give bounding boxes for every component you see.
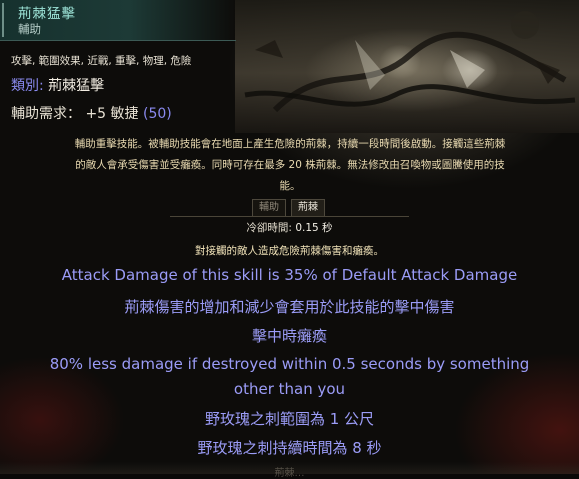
type-value: 荊棘猛擊 (48, 78, 105, 94)
stat-line: 野玫瑰之刺持續時間為 8 秒 (197, 439, 382, 457)
cooldown-label: 冷卻時間: (246, 222, 292, 234)
stat-line: 荊棘傷害的增加和減少會套用於此技能的擊中傷害 (124, 298, 455, 316)
tab-support[interactable]: 輔助 (252, 199, 286, 216)
bottom-cutoff-text: 荊棘… (274, 468, 305, 479)
skill-tags: 攻擊, 範圍效果, 近戰, 重擊, 物理, 危險 (11, 55, 192, 67)
tab-divider (170, 216, 409, 217)
description-line: 輔助重擊技能。被輔助技能會在地面上產生危險的荊棘，持續一段時間後啟動。接觸這些荊… (74, 138, 506, 150)
stat-line: 80% less damage if destroyed within 0.5 … (49, 355, 530, 373)
skill-subtitle: 輔助 (18, 22, 41, 36)
requirement-label: 輔助需求： (11, 106, 81, 122)
type-label: 類別: (11, 78, 44, 94)
cooldown-value: 0.15 秒 (295, 222, 333, 234)
header-corner-decoration (2, 3, 9, 37)
requirement-paren: (50) (143, 106, 172, 122)
tab-thorns[interactable]: 荊棘 (291, 199, 325, 216)
thorn-art-icon (244, 11, 576, 113)
stat-line: other than you (233, 380, 346, 398)
skill-title: 荊棘猛擊 (18, 6, 76, 22)
description-line: 的敵人會承受傷害並受癱瘓。同時可存在最多 20 株荊棘。無法修改由召喚物或圖騰使… (75, 159, 505, 171)
tooltip-header: 荊棘猛擊 輔助 (0, 0, 236, 41)
stat-line: Attack Damage of this skill is 35% of De… (61, 266, 518, 284)
stat-line: 擊中時癱瘓 (251, 327, 327, 345)
cooldown-line: 冷卻時間: 0.15 秒 (0, 220, 579, 235)
type-line: 類別: 荊棘猛擊 (11, 75, 104, 95)
requirement-value: +5 敏捷 (85, 106, 139, 122)
requirement-line: 輔助需求： +5 敏捷 (50) (11, 103, 172, 123)
tab-bar: 輔助 荊棘 (0, 199, 579, 217)
contact-effect-text: 對接觸的敵人造成危險荊棘傷害和癱瘓。 (195, 245, 384, 257)
description-line: 能。 (279, 180, 301, 192)
stat-line: 野玫瑰之刺範圍為 1 公尺 (204, 410, 375, 428)
skill-art-image (235, 0, 579, 133)
skill-description: 輔助重擊技能。被輔助技能會在地面上產生危險的荊棘，持續一段時間後啟動。接觸這些荊… (40, 134, 540, 197)
